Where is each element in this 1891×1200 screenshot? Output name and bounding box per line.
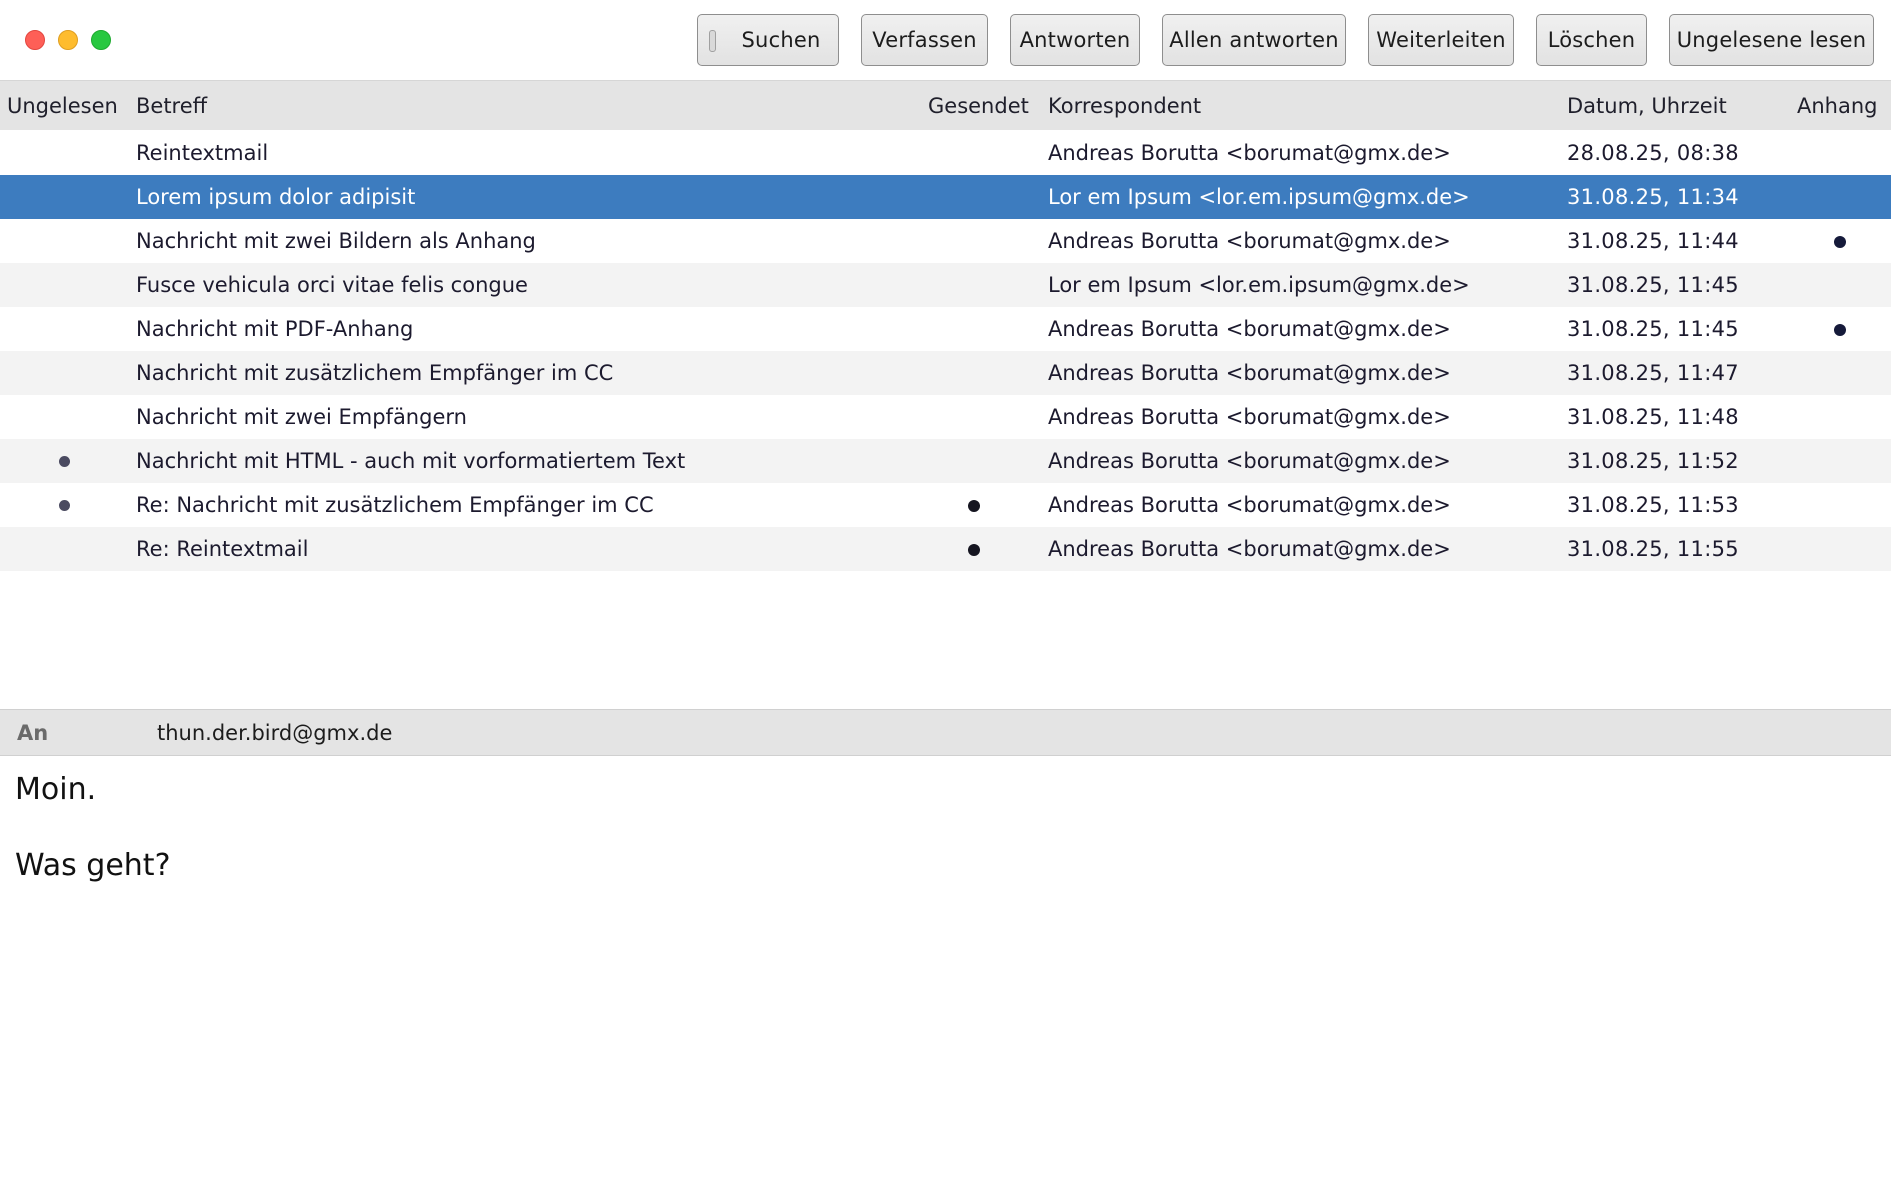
message-date: 28.08.25, 08:38	[1567, 141, 1739, 165]
column-header-unread[interactable]: Ungelesen	[7, 81, 118, 130]
message-date: 31.08.25, 11:47	[1567, 361, 1739, 385]
search-toggle-icon	[709, 30, 716, 52]
column-header-date[interactable]: Datum, Uhrzeit	[1567, 81, 1727, 130]
message-correspondent: Andreas Borutta <borumat@gmx.de>	[1048, 493, 1451, 517]
message-correspondent: Andreas Borutta <borumat@gmx.de>	[1048, 449, 1451, 473]
message-row[interactable]: Nachricht mit PDF-Anhang Andreas Borutta …	[0, 307, 1891, 351]
message-date: 31.08.25, 11:45	[1567, 273, 1739, 297]
compose-button-label: Verfassen	[872, 28, 977, 52]
message-correspondent: Lor em Ipsum <lor.em.ipsum@gmx.de>	[1048, 273, 1470, 297]
maximize-window-button[interactable]	[91, 30, 111, 50]
message-date: 31.08.25, 11:55	[1567, 537, 1739, 561]
sent-indicator-icon	[968, 500, 980, 512]
reply-button[interactable]: Antworten	[1010, 14, 1140, 66]
attachment-indicator-icon	[1834, 236, 1846, 248]
column-header-sent[interactable]: Gesendet	[928, 81, 1029, 130]
column-header-correspondent[interactable]: Korrespondent	[1048, 81, 1201, 130]
minimize-window-button[interactable]	[58, 30, 78, 50]
column-header-subject[interactable]: Betreff	[136, 81, 207, 130]
message-subject: Nachricht mit HTML - auch mit vorformati…	[136, 449, 686, 473]
read-unread-button-label: Ungelesene lesen	[1676, 28, 1867, 52]
message-subject: Re: Reintextmail	[136, 537, 309, 561]
message-correspondent: Andreas Borutta <borumat@gmx.de>	[1048, 405, 1451, 429]
message-row[interactable]: Nachricht mit zusätzlichem Empfänger im …	[0, 351, 1891, 395]
message-correspondent: Lor em Ipsum <lor.em.ipsum@gmx.de>	[1048, 185, 1470, 209]
message-subject: Nachricht mit zusätzlichem Empfänger im …	[136, 361, 614, 385]
message-list: Reintextmail Andreas Borutta <borumat@gmx…	[0, 131, 1891, 571]
to-value: thun.der.bird@gmx.de	[157, 721, 393, 745]
message-row[interactable]: Nachricht mit zwei Bildern als Anhang And…	[0, 219, 1891, 263]
message-date: 31.08.25, 11:34	[1567, 185, 1739, 209]
sent-indicator-icon	[968, 544, 980, 556]
search-button[interactable]: Suchen	[697, 14, 839, 66]
message-correspondent: Andreas Borutta <borumat@gmx.de>	[1048, 141, 1451, 165]
forward-button[interactable]: Weiterleiten	[1368, 14, 1514, 66]
message-date: 31.08.25, 11:53	[1567, 493, 1739, 517]
delete-button-label: Löschen	[1547, 28, 1636, 52]
unread-indicator-icon[interactable]	[59, 500, 70, 511]
message-subject: Nachricht mit PDF-Anhang	[136, 317, 414, 341]
column-header-attachment[interactable]: Anhang	[1797, 81, 1878, 130]
message-subject: Nachricht mit zwei Bildern als Anhang	[136, 229, 536, 253]
message-body-line: Moin.	[15, 772, 97, 807]
message-row[interactable]: Nachricht mit HTML - auch mit vorformati…	[0, 439, 1891, 483]
message-row[interactable]: Reintextmail Andreas Borutta <borumat@gmx…	[0, 131, 1891, 175]
message-list-header: Ungelesen Betreff Gesendet Korrespondent…	[0, 81, 1891, 130]
reply-button-label: Antworten	[1019, 28, 1131, 52]
attachment-indicator-icon	[1834, 324, 1846, 336]
to-label: An	[17, 721, 49, 745]
toolbar: Suchen Verfassen Antworten Allen antwort…	[0, 0, 1891, 81]
message-correspondent: Andreas Borutta <borumat@gmx.de>	[1048, 537, 1451, 561]
message-subject: Lorem ipsum dolor adipisit	[136, 185, 416, 209]
message-row[interactable]: Fusce vehicula orci vitae felis congue Lo…	[0, 263, 1891, 307]
message-correspondent: Andreas Borutta <borumat@gmx.de>	[1048, 317, 1451, 341]
message-correspondent: Andreas Borutta <borumat@gmx.de>	[1048, 229, 1451, 253]
message-date: 31.08.25, 11:48	[1567, 405, 1739, 429]
delete-button[interactable]: Löschen	[1536, 14, 1647, 66]
preview-header: An thun.der.bird@gmx.de	[0, 709, 1891, 756]
message-date: 31.08.25, 11:44	[1567, 229, 1739, 253]
message-row[interactable]: Re: Nachricht mit zusätzlichem Empfänger…	[0, 483, 1891, 527]
read-unread-button[interactable]: Ungelesene lesen	[1669, 14, 1874, 66]
message-row[interactable]: Re: Reintextmail Andreas Borutta <borumat…	[0, 527, 1891, 571]
message-subject: Reintextmail	[136, 141, 269, 165]
message-date: 31.08.25, 11:52	[1567, 449, 1739, 473]
reply-all-button-label: Allen antworten	[1169, 28, 1339, 52]
compose-button[interactable]: Verfassen	[861, 14, 988, 66]
forward-button-label: Weiterleiten	[1376, 28, 1506, 52]
message-body-line: Was geht?	[15, 848, 171, 883]
unread-indicator-icon[interactable]	[59, 456, 70, 467]
message-correspondent: Andreas Borutta <borumat@gmx.de>	[1048, 361, 1451, 385]
reply-all-button[interactable]: Allen antworten	[1162, 14, 1346, 66]
message-subject: Nachricht mit zwei Empfängern	[136, 405, 467, 429]
message-date: 31.08.25, 11:45	[1567, 317, 1739, 341]
message-row[interactable]: Nachricht mit zwei Empfängern Andreas Bor…	[0, 395, 1891, 439]
message-subject: Re: Nachricht mit zusätzlichem Empfänger…	[136, 493, 654, 517]
message-subject: Fusce vehicula orci vitae felis congue	[136, 273, 528, 297]
search-button-label: Suchen	[741, 28, 821, 52]
message-row[interactable]: Lorem ipsum dolor adipisit Lor em Ipsum <…	[0, 175, 1891, 219]
close-window-button[interactable]	[25, 30, 45, 50]
